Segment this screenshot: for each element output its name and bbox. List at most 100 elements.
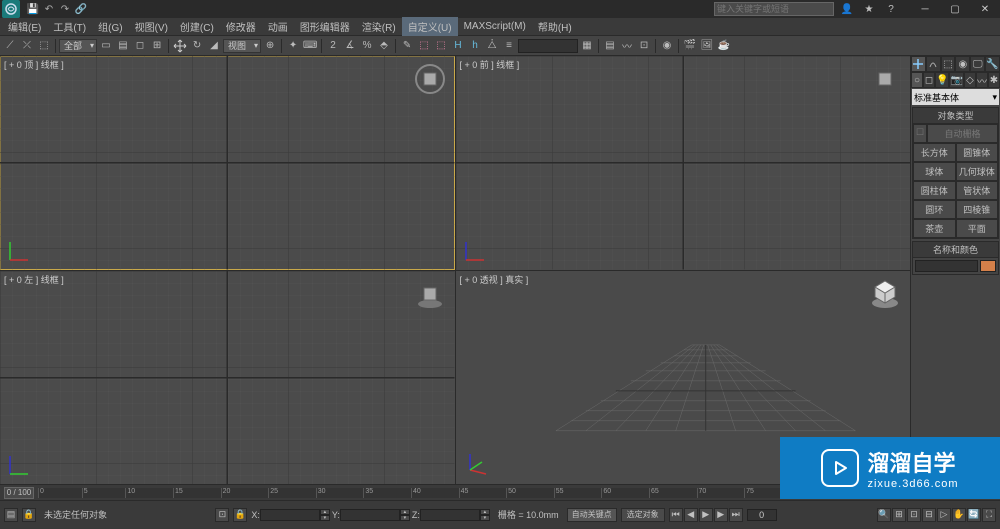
- close-button[interactable]: ✕: [970, 0, 1000, 18]
- keyfilter-button[interactable]: 选定对象: [621, 508, 665, 522]
- viewport-front[interactable]: [ + 0 前 ] 线框 ]: [456, 56, 911, 270]
- lock-selection-icon[interactable]: 🔒: [233, 508, 247, 522]
- next-frame-icon[interactable]: ▶: [714, 508, 728, 522]
- menu-item[interactable]: 编辑(E): [2, 17, 47, 36]
- menu-item[interactable]: 视图(V): [129, 17, 174, 36]
- render-icon[interactable]: ☕: [716, 38, 732, 54]
- menu-item[interactable]: 动画: [262, 17, 294, 36]
- cameras-tab[interactable]: 📷: [949, 72, 963, 88]
- create-tab[interactable]: [911, 56, 926, 72]
- primitive-button[interactable]: 几何球体: [956, 162, 999, 181]
- bind-icon[interactable]: ⬚: [36, 38, 52, 54]
- primitive-button[interactable]: 管状体: [956, 181, 999, 200]
- h-icon[interactable]: H: [450, 38, 466, 54]
- zoom-extents-all-icon[interactable]: ⊟: [922, 508, 936, 522]
- primitive-button[interactable]: 茶壶: [913, 219, 956, 238]
- h2-icon[interactable]: h: [467, 38, 483, 54]
- star-icon[interactable]: ★: [862, 3, 876, 15]
- primitive-button[interactable]: 球体: [913, 162, 956, 181]
- viewport-left[interactable]: [ + 0 左 ] 线框 ]: [0, 271, 455, 485]
- selection-set-input[interactable]: [518, 39, 578, 53]
- menu-item[interactable]: 图形编辑器: [294, 17, 356, 36]
- modify-tab[interactable]: [926, 56, 941, 72]
- keyboard-icon[interactable]: ⌨: [302, 38, 318, 54]
- goto-end-icon[interactable]: ⏭: [729, 508, 743, 522]
- snap-2d-icon[interactable]: 2: [325, 38, 341, 54]
- viewcube-icon[interactable]: [870, 64, 900, 94]
- helpers-tab[interactable]: ◇: [964, 72, 976, 88]
- signin-icon[interactable]: 👤: [840, 3, 854, 15]
- save-icon[interactable]: 💾: [26, 2, 40, 16]
- menu-item[interactable]: 工具(T): [47, 17, 92, 36]
- category-dropdown[interactable]: 标准基本体: [912, 89, 999, 105]
- systems-tab[interactable]: ✱: [988, 72, 1000, 88]
- fov-icon[interactable]: ▷: [937, 508, 951, 522]
- align2-icon[interactable]: ▦: [579, 38, 595, 54]
- render-setup-icon[interactable]: 🎬: [682, 38, 698, 54]
- zoom-all-icon[interactable]: ⊞: [892, 508, 906, 522]
- menu-item[interactable]: 帮助(H): [532, 17, 578, 36]
- snap-spinner-icon[interactable]: ⬘: [376, 38, 392, 54]
- minimize-button[interactable]: ─: [910, 0, 940, 18]
- menu-item[interactable]: 创建(C): [174, 17, 220, 36]
- orbit-icon[interactable]: 🔄: [967, 508, 981, 522]
- refcoord-dropdown[interactable]: 视图: [223, 39, 261, 53]
- autogrid-checkbox[interactable]: 自动栅格: [927, 124, 998, 143]
- viewport-top[interactable]: [ + 0 顶 ] 线框 ]: [0, 56, 455, 270]
- select-icon[interactable]: ▭: [98, 38, 114, 54]
- goto-start-icon[interactable]: ⏮: [669, 508, 683, 522]
- display-tab[interactable]: 🖵: [970, 56, 985, 72]
- lock-icon[interactable]: 🔒: [22, 508, 36, 522]
- window-crossing-icon[interactable]: ⊞: [149, 38, 165, 54]
- spacewarps-tab[interactable]: 〰: [976, 72, 988, 88]
- primitive-button[interactable]: 四棱锥: [956, 200, 999, 219]
- current-frame-input[interactable]: [747, 509, 777, 521]
- menu-item[interactable]: MAXScript(M): [458, 19, 532, 34]
- layer-icon[interactable]: ▤: [602, 38, 618, 54]
- align-icon[interactable]: ≡: [501, 38, 517, 54]
- primitive-button[interactable]: 圆环: [913, 200, 956, 219]
- y-coord-input[interactable]: [340, 509, 400, 521]
- snap-angle-icon[interactable]: ∡: [342, 38, 358, 54]
- primitive-button[interactable]: 圆柱体: [913, 181, 956, 200]
- maxscript-icon[interactable]: ▤: [4, 508, 18, 522]
- zoom-extents-icon[interactable]: ⊡: [907, 508, 921, 522]
- redo-icon[interactable]: ↷: [58, 2, 72, 16]
- isolate-icon[interactable]: ⊡: [215, 508, 229, 522]
- selection-filter-dropdown[interactable]: 全部: [59, 39, 97, 53]
- unlink-icon[interactable]: ⤫: [19, 38, 35, 54]
- undo-icon[interactable]: ↶: [42, 2, 56, 16]
- time-handle[interactable]: 0 / 100: [4, 487, 34, 499]
- autokey-button[interactable]: 自动关键点: [567, 508, 617, 522]
- app-logo[interactable]: [2, 0, 20, 18]
- geometry-tab[interactable]: ○: [911, 72, 923, 88]
- rendered-frame-icon[interactable]: 🖼: [699, 38, 715, 54]
- viewport-left-label[interactable]: [ + 0 左 ] 线框 ]: [4, 273, 64, 286]
- lights-tab[interactable]: 💡: [935, 72, 949, 88]
- menu-item[interactable]: 修改器: [220, 17, 262, 36]
- viewcube-icon[interactable]: [415, 279, 445, 309]
- object-name-input[interactable]: [915, 260, 978, 272]
- shapes-tab[interactable]: ◻: [923, 72, 935, 88]
- help-search-input[interactable]: [714, 2, 834, 16]
- motion-tab[interactable]: ◉: [955, 56, 970, 72]
- play-icon[interactable]: ▶: [699, 508, 713, 522]
- prev-frame-icon[interactable]: ◀: [684, 508, 698, 522]
- move-icon[interactable]: [172, 38, 188, 54]
- maximize-viewport-icon[interactable]: ⛶: [982, 508, 996, 522]
- menu-item[interactable]: 组(G): [92, 17, 128, 36]
- pan-icon[interactable]: ✋: [952, 508, 966, 522]
- viewport-perspective-label[interactable]: [ + 0 透视 ] 真实 ]: [460, 273, 529, 286]
- mirror-icon[interactable]: ⧊: [484, 38, 500, 54]
- menu-item[interactable]: 渲染(R): [356, 17, 402, 36]
- viewcube-icon[interactable]: [870, 279, 900, 309]
- viewport-front-label[interactable]: [ + 0 前 ] 线框 ]: [460, 58, 520, 71]
- select-link-icon[interactable]: ⟋: [2, 38, 18, 54]
- rotate-icon[interactable]: ↻: [189, 38, 205, 54]
- named-sel2-icon[interactable]: ⬚: [433, 38, 449, 54]
- viewport-top-label[interactable]: [ + 0 顶 ] 线框 ]: [4, 58, 64, 71]
- material-editor-icon[interactable]: ◉: [659, 38, 675, 54]
- primitive-button[interactable]: 长方体: [913, 143, 956, 162]
- help-icon[interactable]: ?: [884, 3, 898, 15]
- hierarchy-tab[interactable]: ⬚: [941, 56, 956, 72]
